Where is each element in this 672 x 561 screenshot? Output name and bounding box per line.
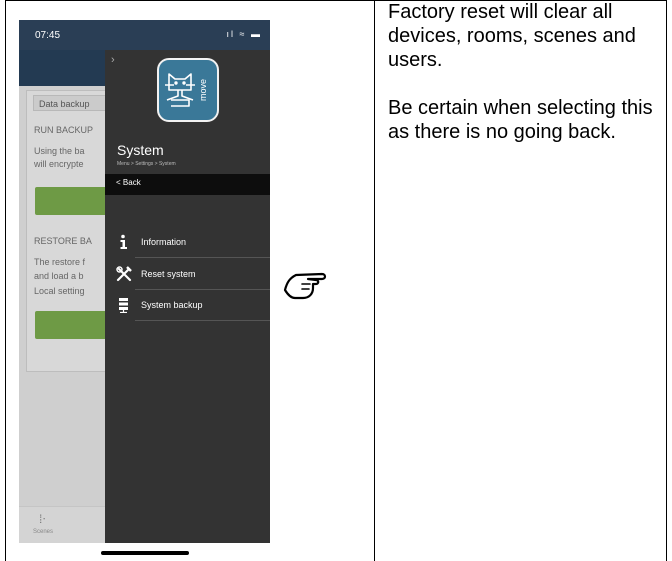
- restore-description: Local setting: [34, 286, 85, 296]
- back-label: < Back: [116, 178, 141, 187]
- menu-item-label: Reset system: [141, 269, 196, 279]
- phone-screenshot: 07:45 ıl ≈ ▬ Data backup RUN BACKUP Usin…: [19, 20, 270, 543]
- info-icon: [120, 234, 127, 249]
- restore-description: The restore f: [34, 257, 86, 267]
- server-icon: [119, 298, 128, 313]
- backup-description: Using the ba: [34, 146, 85, 156]
- restore-heading: RESTORE BA: [34, 236, 92, 246]
- instruction-note: Factory reset will clear all devices, ro…: [388, 0, 664, 144]
- divider: [135, 289, 270, 290]
- back-text: Back: [122, 178, 141, 187]
- frame-line-divider: [374, 0, 375, 561]
- side-drawer: › move System Menu > Settings > System <…: [105, 50, 270, 543]
- menu-item-label: System backup: [141, 300, 203, 310]
- back-button[interactable]: < Back: [105, 174, 270, 195]
- drawer-title: System: [117, 142, 164, 158]
- logo-text: move: [198, 79, 208, 101]
- pointing-hand-icon: [282, 268, 330, 309]
- breadcrumb: Menu > Settings > System: [117, 161, 176, 167]
- menu-item-information[interactable]: Information: [105, 228, 270, 258]
- home-indicator: [101, 551, 189, 555]
- chevron-right-icon[interactable]: ›: [111, 54, 115, 66]
- scenes-icon[interactable]: ⁞ᐧ: [39, 512, 45, 526]
- status-time: 07:45: [35, 30, 61, 41]
- frame-line-right: [666, 0, 667, 561]
- divider: [135, 257, 270, 258]
- divider: [135, 320, 270, 321]
- menu-item-system-backup[interactable]: System backup: [105, 291, 270, 321]
- note-paragraph-reset: Factory reset will clear all devices, ro…: [388, 1, 636, 71]
- frame-line-left: [5, 0, 6, 561]
- menu-item-reset-system[interactable]: Reset system: [105, 260, 270, 290]
- note-paragraph-warning: Be certain when selecting this as there …: [388, 97, 653, 143]
- tools-icon: [116, 266, 132, 282]
- restore-description: and load a b: [34, 271, 84, 281]
- backup-description: will encrypte: [34, 159, 84, 169]
- status-icons: ıl ≈ ▬: [226, 29, 262, 39]
- backup-heading: RUN BACKUP: [34, 125, 94, 135]
- logo-cat-icon: move: [165, 73, 208, 107]
- menu-item-label: Information: [141, 237, 187, 247]
- move-logo: move: [157, 58, 219, 122]
- status-bar: 07:45 ıl ≈ ▬: [19, 20, 270, 50]
- tab-scenes[interactable]: Scenes: [33, 529, 53, 535]
